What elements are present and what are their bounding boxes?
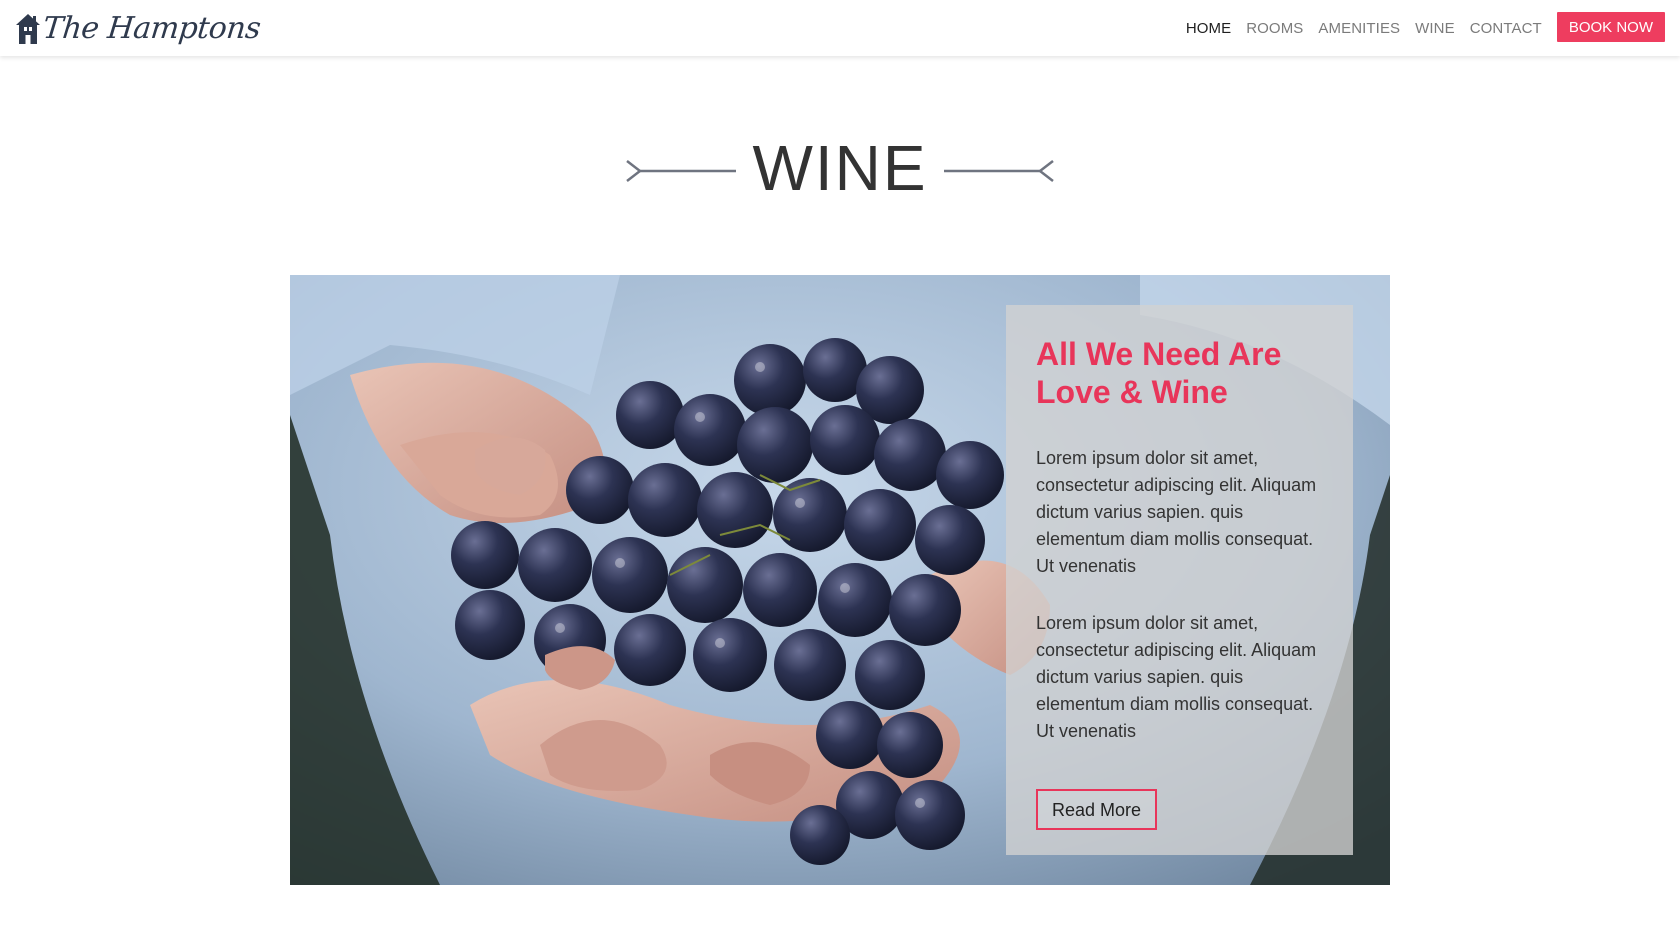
card-paragraph-2: Lorem ipsum dolor sit amet, consectetur … xyxy=(1036,613,1317,741)
brand-logo[interactable]: The Hamptons xyxy=(15,9,263,49)
house-icon xyxy=(16,14,40,44)
nav-home[interactable]: HOME xyxy=(1186,21,1231,36)
nav-contact[interactable]: CONTACT xyxy=(1470,21,1542,36)
site-header: The Hamptons HOME ROOMS AMENITIES WINE C… xyxy=(0,0,1680,56)
wine-info-card: All We Need Are Love & Wine Lorem ipsum … xyxy=(1006,305,1353,855)
read-more-button[interactable]: Read More xyxy=(1036,789,1158,830)
nav-wine[interactable]: WINE xyxy=(1415,21,1455,36)
arrow-right-ornament-icon xyxy=(944,160,1054,182)
card-title: All We Need Are Love & Wine xyxy=(1036,336,1282,410)
card-paragraph-1: Lorem ipsum dolor sit amet, consectetur … xyxy=(1036,448,1317,576)
arrow-left-ornament-icon xyxy=(626,160,736,182)
section-title: WINE xyxy=(752,132,928,204)
brand-name: The Hamptons xyxy=(41,11,263,46)
nav-rooms[interactable]: ROOMS xyxy=(1246,21,1303,36)
section-heading: WINE xyxy=(0,128,1680,208)
nav-amenities[interactable]: AMENITIES xyxy=(1318,21,1400,36)
main-nav: HOME ROOMS AMENITIES WINE CONTACT BOOK N… xyxy=(1186,0,1680,56)
book-now-button[interactable]: BOOK NOW xyxy=(1556,12,1665,42)
